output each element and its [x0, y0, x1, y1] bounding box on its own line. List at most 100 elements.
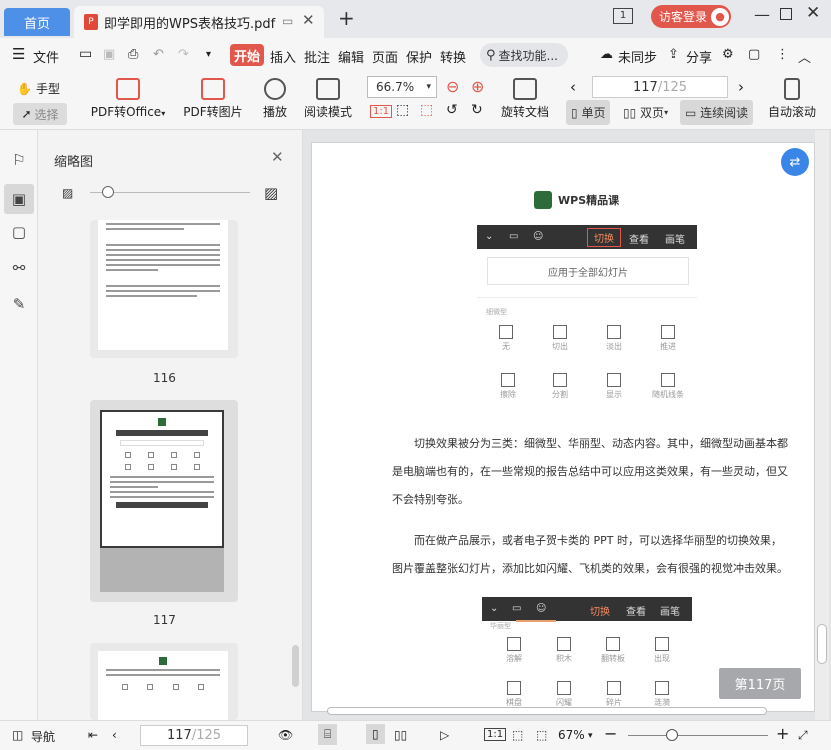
horizontal-scrollbar[interactable]	[313, 705, 813, 717]
chevron-down-icon[interactable]: ▾	[206, 49, 211, 60]
zoom-out-status-icon[interactable]: −	[604, 724, 617, 743]
zoom-fit-status-icon[interactable]: ⬚	[536, 728, 547, 742]
attachment-icon[interactable]: ⚯	[9, 258, 29, 278]
menu-file[interactable]: 文件	[33, 47, 59, 66]
play-button[interactable]: 播放	[260, 78, 290, 120]
status-page-input[interactable]: 117/125	[140, 725, 248, 746]
actual-size-icon[interactable]: 1:1	[370, 105, 393, 118]
rotate-document-button[interactable]: 旋转文档	[498, 78, 552, 120]
bookmark-icon[interactable]: ⚐	[9, 150, 29, 170]
page-number-input[interactable]: 117/125	[592, 76, 728, 98]
thumbnail-116[interactable]	[90, 220, 238, 358]
signature-icon[interactable]: ✎	[9, 294, 29, 314]
menu-edit[interactable]: 编辑	[338, 47, 364, 66]
window-layout-icon[interactable]: 1	[613, 8, 633, 24]
transition-shatter: 碎片	[602, 681, 626, 708]
message-icon[interactable]: ▢	[748, 47, 760, 62]
horizontal-scroll-thumb[interactable]	[327, 707, 767, 715]
zoom-slider-handle[interactable]	[666, 729, 678, 741]
tab-document[interactable]: P 即学即用的WPS表格技巧.pdf ▭ ✕	[74, 6, 324, 38]
thumbnail-scrollbar[interactable]	[292, 645, 299, 687]
pdf-to-image-button[interactable]: PDF转图片	[182, 78, 244, 120]
tab-home[interactable]: 首页	[4, 8, 70, 36]
nav-panel-icon[interactable]: ◫	[12, 728, 23, 742]
new-tab-button[interactable]: +	[338, 6, 355, 30]
next-page-icon[interactable]: ›	[738, 78, 744, 96]
zoom-out-icon[interactable]: ⊖	[446, 77, 459, 96]
sync-status[interactable]: 未同步	[618, 47, 657, 66]
redo-icon[interactable]: ↷	[178, 47, 189, 62]
visitor-login-button[interactable]: 访客登录 ●	[651, 5, 731, 28]
menu-protect[interactable]: 保护	[406, 47, 432, 66]
convert-float-button[interactable]: ⇄	[781, 148, 809, 176]
continuous-read-button[interactable]: ▭ 连续阅读	[680, 100, 754, 125]
zoom-slider[interactable]	[628, 735, 768, 736]
thumbnail-size-slider[interactable]	[90, 192, 250, 193]
close-panel-icon[interactable]: ✕	[271, 148, 284, 166]
single-page-status-icon[interactable]: ▯	[366, 724, 385, 744]
zoom-in-status-icon[interactable]: +	[776, 724, 789, 743]
menu-page[interactable]: 页面	[372, 47, 398, 66]
double-page-button[interactable]: ▯▯ 双页 ▾	[618, 100, 673, 125]
zoom-in-icon[interactable]: ⊕	[471, 77, 484, 96]
rotate-doc-icon	[513, 78, 537, 100]
collapse-ribbon-icon[interactable]: ︿	[798, 47, 811, 66]
menu-insert[interactable]: 插入	[270, 47, 296, 66]
slider-handle[interactable]	[102, 186, 114, 198]
save-icon[interactable]: ▣	[103, 47, 115, 62]
settings-gear-icon[interactable]: ⚙	[722, 47, 734, 62]
more-icon[interactable]: ⋮	[776, 47, 789, 62]
menu-annotate[interactable]: 批注	[304, 47, 330, 66]
status-zoom[interactable]: 67%	[558, 728, 585, 742]
thumbnail-icon[interactable]: ▣	[4, 184, 34, 214]
thumbnail-117[interactable]	[90, 400, 238, 602]
zoom-select[interactable]: 66.7% ▾	[367, 76, 437, 98]
chevron-down-icon: ⌄	[490, 603, 499, 614]
maximize-icon[interactable]	[780, 8, 792, 20]
comment-icon[interactable]: ▢	[9, 222, 29, 242]
chevron-down-icon: ▾	[426, 82, 431, 92]
hand-tool[interactable]: ✋ 手型	[17, 80, 60, 97]
menu-start[interactable]: 开始	[230, 44, 264, 66]
fit-width-status-icon[interactable]: ⬚	[512, 728, 523, 742]
prev-page-icon[interactable]: ‹	[570, 78, 576, 96]
screen-icon[interactable]: ▭	[282, 14, 293, 28]
eye-icon[interactable]: 👁	[278, 728, 293, 742]
auto-scroll-button[interactable]: 自动滚动	[764, 78, 820, 120]
fit-page-icon[interactable]: ⬚	[396, 102, 409, 118]
minimize-icon[interactable]: —	[754, 5, 770, 24]
select-tool-label: 选择	[34, 107, 59, 122]
select-tool[interactable]: ➚ 选择	[13, 103, 67, 125]
share-button[interactable]: 分享	[686, 47, 712, 66]
function-search[interactable]: ⚲ 查找功能...	[480, 43, 568, 67]
vertical-scroll-thumb[interactable]	[817, 624, 827, 664]
double-page-status-icon[interactable]: ▯▯	[394, 728, 407, 742]
rotate-left-icon[interactable]: ↺	[446, 102, 458, 118]
hand-tool-label: 手型	[35, 82, 60, 96]
play-status-icon[interactable]: ▷	[440, 728, 449, 742]
fullscreen-icon[interactable]: ⤢	[798, 728, 808, 743]
transition-cutout: 切出	[548, 325, 572, 352]
thumbnail-118[interactable]	[90, 643, 238, 720]
rotate-document-label: 旋转文档	[500, 105, 549, 119]
function-search-label: 查找功能...	[498, 48, 558, 63]
fit-page-status-icon[interactable]: ⌸	[318, 724, 338, 745]
fit-width-icon[interactable]: ⬚	[420, 102, 433, 118]
print-icon[interactable]: ⎙	[128, 47, 138, 62]
rotate-right-icon[interactable]: ↻	[471, 102, 483, 118]
first-page-icon[interactable]: ⇤	[88, 728, 98, 742]
chevron-down-icon[interactable]: ▾	[588, 731, 593, 741]
prev-page-status-icon[interactable]: ‹	[112, 728, 117, 742]
nav-label[interactable]: 导航	[31, 728, 55, 745]
single-page-button[interactable]: ▯ 单页	[566, 100, 611, 125]
menu-convert[interactable]: 转换	[440, 47, 466, 66]
actual-size-status-icon[interactable]: 1:1	[484, 728, 507, 741]
close-tab-icon[interactable]: ✕	[302, 11, 315, 29]
vertical-scrollbar[interactable]	[815, 130, 829, 720]
read-mode-button[interactable]: 阅读模式	[302, 78, 354, 120]
pdf-to-office-button[interactable]: PDF转Office▾	[88, 78, 168, 120]
undo-icon[interactable]: ↶	[153, 47, 164, 62]
open-folder-icon[interactable]: ▭	[79, 46, 92, 62]
hamburger-icon[interactable]: ☰	[12, 45, 25, 63]
close-window-icon[interactable]: ✕	[806, 3, 820, 23]
